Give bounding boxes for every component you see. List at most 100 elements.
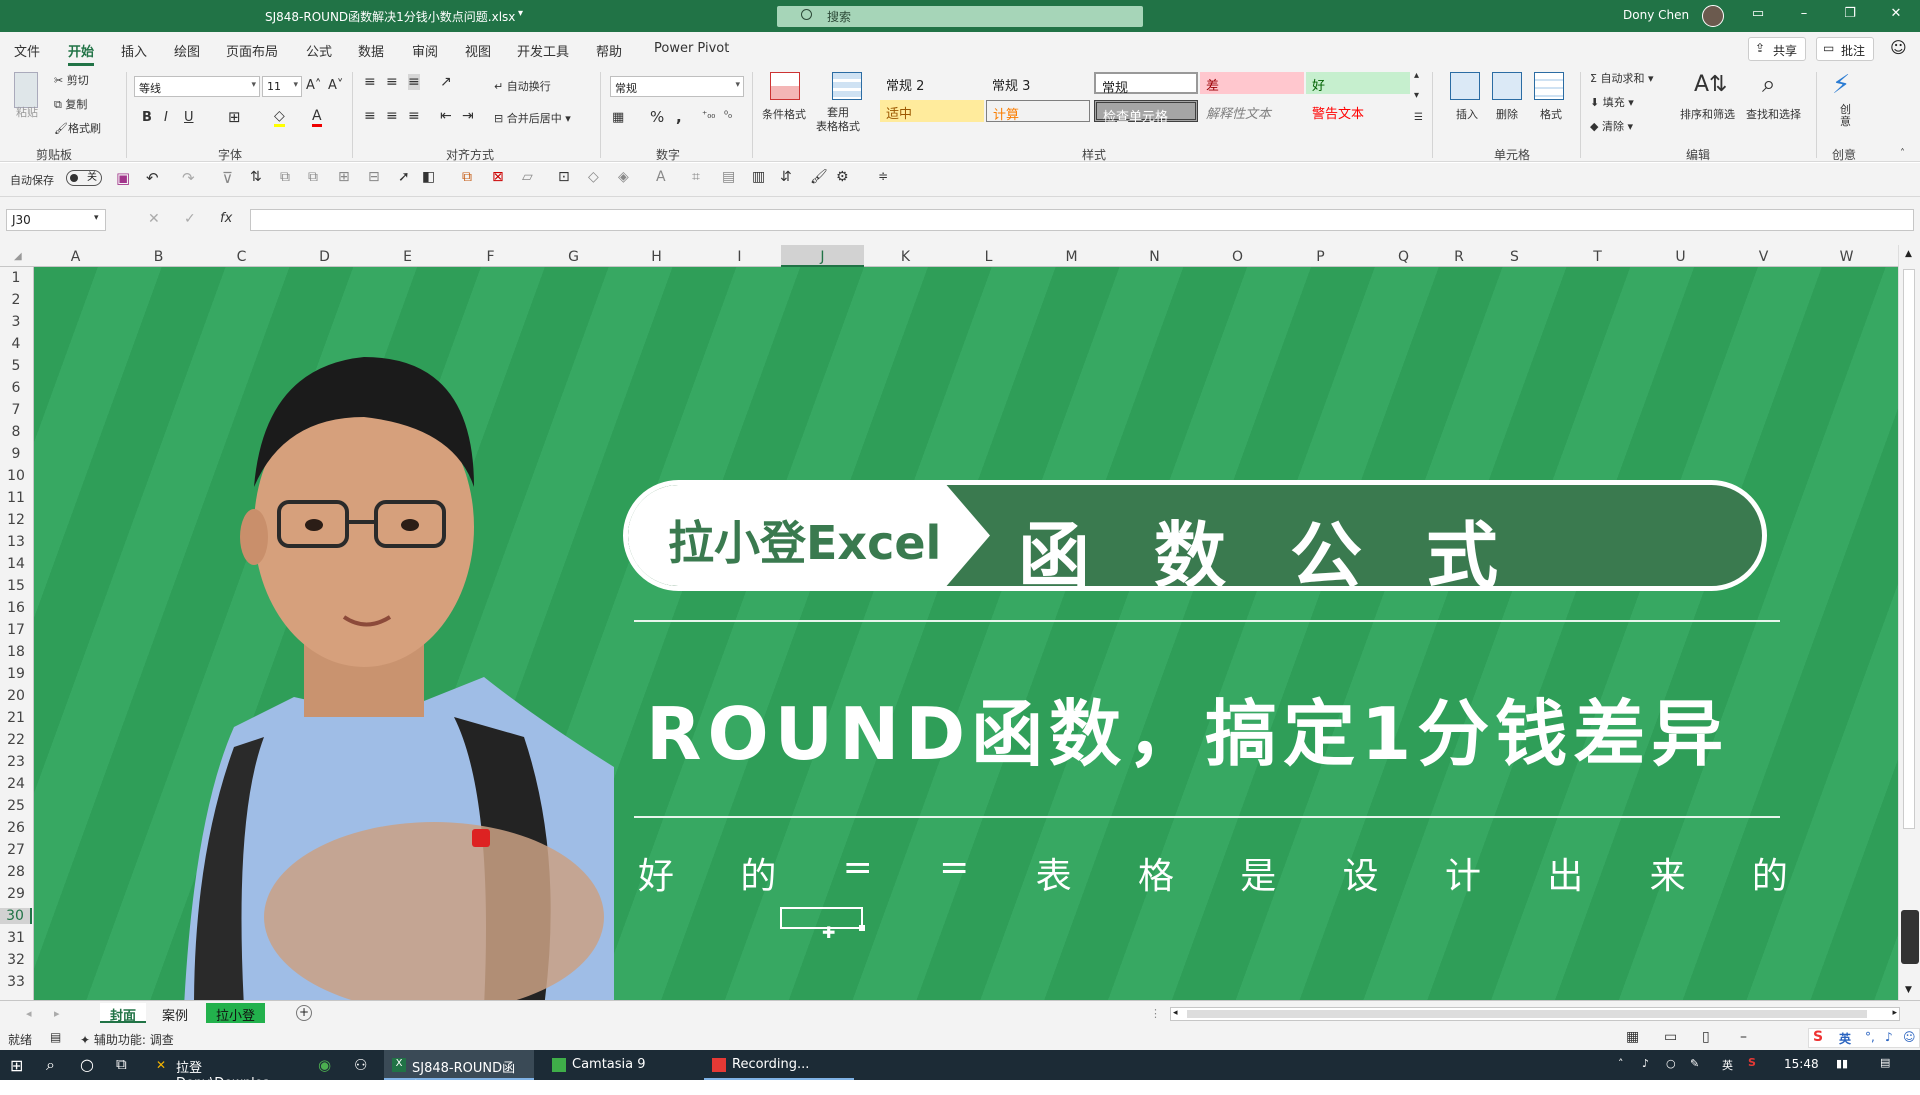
sheet-tab-laxiaodeng[interactable]: 拉小登 — [206, 1003, 266, 1024]
styles-scroll-down-icon[interactable]: ▾ — [1414, 90, 1419, 101]
sheet-tab-case[interactable]: 案例 — [152, 1003, 198, 1024]
highlight-icon[interactable]: ▱ — [522, 169, 533, 185]
row-header-20[interactable]: 20 — [0, 688, 32, 704]
macro-record-icon[interactable]: ▤ — [50, 1030, 61, 1044]
tab-file[interactable]: 文件 — [14, 41, 40, 60]
row-header-7[interactable]: 7 — [0, 402, 32, 418]
tray-chevron-icon[interactable]: ˄ — [1618, 1057, 1624, 1070]
file-title[interactable]: SJ848-ROUND函数解决1分钱小数点问题.xlsx — [265, 8, 515, 25]
tab-view[interactable]: 视图 — [465, 41, 491, 60]
minimize-button[interactable]: – — [1794, 6, 1814, 21]
cancel-entry-icon[interactable]: ✕ — [148, 211, 160, 227]
column-header-m[interactable]: M — [1030, 249, 1113, 265]
row-header-15[interactable]: 15 — [0, 578, 32, 594]
row-header-4[interactable]: 4 — [0, 336, 32, 352]
column-header-n[interactable]: N — [1113, 249, 1196, 265]
underline-button[interactable]: U — [184, 110, 194, 125]
crop-icon[interactable]: ⌗ — [692, 169, 700, 185]
wrap-text-button[interactable]: ↵ 自动换行 — [494, 78, 551, 94]
scroll-down-icon[interactable]: ▼ — [1905, 985, 1912, 995]
align-left-icon[interactable]: ≡ — [364, 108, 376, 124]
taskbar-camtasia[interactable]: Camtasia 9 — [544, 1050, 694, 1080]
column-header-e[interactable]: E — [366, 249, 449, 265]
windows-start-icon[interactable]: ⊞ — [10, 1056, 23, 1075]
delete-cells-icon[interactable] — [1492, 72, 1522, 100]
taskbar-recording[interactable]: Recording... — [704, 1050, 854, 1080]
tab-review[interactable]: 审阅 — [412, 41, 438, 60]
row-header-32[interactable]: 32 — [0, 952, 32, 968]
row-header-27[interactable]: 27 — [0, 842, 32, 858]
style-neutral[interactable]: 适中 — [880, 100, 984, 122]
decrease-font-icon[interactable]: A˅ — [328, 78, 343, 93]
format-as-table-icon[interactable] — [832, 72, 862, 100]
conditional-formatting-button[interactable]: 条件格式 — [762, 106, 806, 122]
share-button[interactable]: ⇪ 共享 — [1748, 37, 1807, 61]
feedback-smiley-icon[interactable]: ☺ — [1890, 38, 1907, 57]
paste-icon[interactable]: ▤ — [722, 169, 735, 185]
tab-insert[interactable]: 插入 — [121, 41, 147, 60]
row-header-24[interactable]: 24 — [0, 776, 32, 792]
row-header-3[interactable]: 3 — [0, 314, 32, 330]
comments-button[interactable]: ▭ 批注 — [1816, 37, 1875, 61]
paste-values-icon[interactable]: ▥ — [752, 169, 765, 185]
row-header-26[interactable]: 26 — [0, 820, 32, 836]
row-header-21[interactable]: 21 — [0, 710, 32, 726]
insert-cells-button[interactable]: 插入 — [1456, 106, 1478, 122]
scroll-up-icon[interactable]: ▲ — [1905, 249, 1912, 259]
chrome-icon[interactable]: ◉ — [318, 1056, 331, 1074]
tab-page-layout[interactable]: 页面布局 — [226, 41, 278, 60]
delete-cells-button[interactable]: 删除 — [1496, 106, 1518, 122]
scroll-right-icon[interactable]: ▸ — [1892, 1008, 1897, 1018]
scroll-grip[interactable] — [1901, 910, 1919, 964]
horizontal-scrollbar[interactable]: ◂ ▸ — [1170, 1007, 1900, 1021]
ribbon-display-icon[interactable]: ▭ — [1748, 6, 1768, 21]
style-calculation[interactable]: 计算 — [986, 100, 1090, 123]
bring-forward-icon[interactable]: ⧉ — [462, 169, 472, 185]
app-icon[interactable]: ⚇ — [354, 1056, 367, 1074]
styles-more-icon[interactable]: ☰ — [1414, 112, 1423, 123]
increase-font-icon[interactable]: A˄ — [306, 78, 321, 93]
row-header-30[interactable]: 30 — [0, 908, 32, 924]
accounting-format-icon[interactable]: ▦ — [612, 110, 624, 125]
vertical-scroll-thumb[interactable] — [1903, 269, 1915, 829]
select-all-corner[interactable]: ◢ — [14, 251, 22, 262]
notification-icon[interactable]: ▤ — [1880, 1056, 1890, 1069]
vertical-scrollbar[interactable]: ▲ ▼ — [1898, 245, 1920, 1000]
taskbar-explorer[interactable]: ✕ 拉登Dony\Downloa... — [148, 1050, 298, 1091]
fill-bucket-icon[interactable]: ◈ — [618, 169, 629, 185]
macro-icon[interactable]: ⚙ — [836, 169, 849, 185]
column-header-k[interactable]: K — [864, 249, 947, 265]
column-header-r[interactable]: R — [1445, 249, 1473, 265]
style-warning[interactable]: 警告文本 — [1306, 100, 1410, 122]
cut-button[interactable]: ✂ 剪切 — [54, 72, 89, 88]
sort-filter-button[interactable]: 排序和筛选 — [1680, 106, 1735, 122]
column-header-w[interactable]: W — [1805, 249, 1888, 265]
increase-decimal-icon[interactable]: ⁺₀₀ — [702, 110, 715, 121]
comma-style-icon[interactable]: , — [676, 108, 682, 126]
style-normal[interactable]: 常规 — [1094, 72, 1198, 96]
style-bad[interactable]: 差 — [1200, 72, 1304, 94]
column-header-j[interactable]: J — [781, 245, 864, 267]
prev-sheet-icon[interactable]: ◂ — [26, 1007, 32, 1020]
close-button[interactable]: ✕ — [1886, 6, 1906, 21]
align-right-icon[interactable]: ≡ — [408, 108, 420, 124]
filter-icon[interactable]: ⊽ — [222, 169, 233, 187]
page-break-view-icon[interactable]: ▯ — [1702, 1029, 1710, 1045]
row-header-23[interactable]: 23 — [0, 754, 32, 770]
column-header-c[interactable]: C — [200, 249, 283, 265]
find-select-icon[interactable]: ⌕ — [1762, 70, 1775, 98]
file-title-chevron-icon[interactable]: ▾ — [518, 8, 523, 19]
merge-center-button[interactable]: ⊟ 合并后居中 ▾ — [494, 110, 571, 126]
row-header-28[interactable]: 28 — [0, 864, 32, 880]
align-top-icon[interactable]: ≡ — [364, 74, 376, 90]
redo-icon[interactable]: ↷ — [182, 169, 195, 187]
column-header-g[interactable]: G — [532, 249, 615, 265]
bold-button[interactable]: B — [142, 110, 152, 125]
row-header-31[interactable]: 31 — [0, 930, 32, 946]
next-sheet-icon[interactable]: ▸ — [54, 1007, 60, 1020]
format-painter-button[interactable]: 🖌格式刷 — [54, 120, 101, 136]
taskbar-excel[interactable]: X SJ848-ROUND函数... — [384, 1050, 534, 1095]
avatar[interactable] — [1702, 5, 1724, 27]
fill-color-icon[interactable]: ◇ — [274, 108, 285, 127]
row-header-5[interactable]: 5 — [0, 358, 32, 374]
